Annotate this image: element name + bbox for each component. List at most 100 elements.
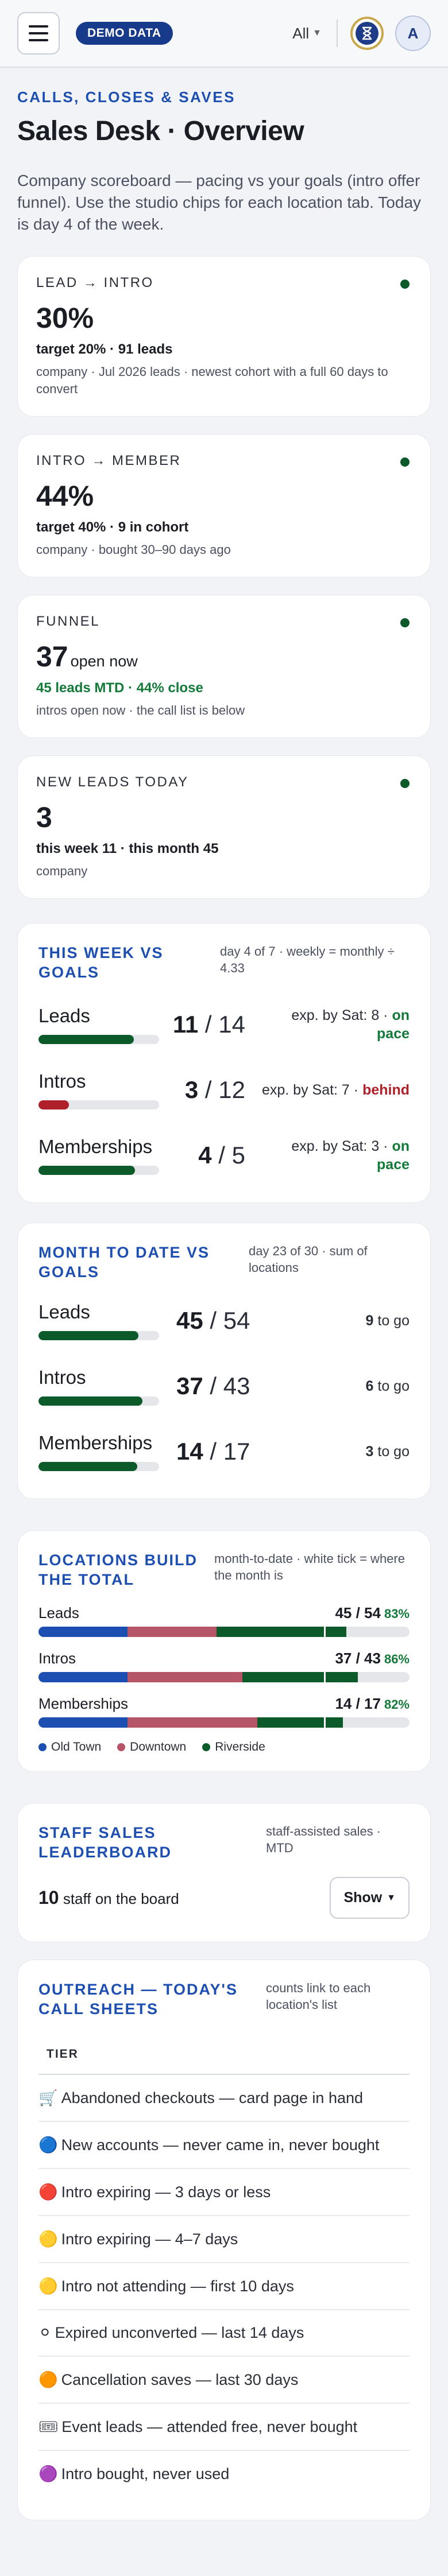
tier-icon: 🟠 (38, 2371, 58, 2389)
goal-left: Memberships (38, 1136, 159, 1175)
call-sheet-row[interactable]: 🛒 Abandoned checkouts — card page in hand (38, 2075, 410, 2122)
legend-dot-icon (38, 1743, 47, 1752)
call-sheet-row[interactable]: ⚪ Expired unconverted — last 14 days (38, 2310, 410, 2357)
goal-actual: 45 (176, 1307, 203, 1334)
progress-bar-fill (38, 1166, 135, 1175)
goal-actual: 14 (176, 1438, 203, 1465)
section-title: OUTREACH — TODAY'S CALL SHEETS (38, 1981, 238, 2018)
bar-segment-downtown (128, 1672, 243, 1682)
call-sheet-row[interactable]: 🎟 Event leads — attended free, never boug… (38, 2404, 410, 2451)
call-sheet-row[interactable]: 🟡 Intro not attending — first 10 days (38, 2263, 410, 2310)
stack-row-total: 45 / 54 83% (335, 1604, 410, 1622)
goal-name: Leads (38, 1301, 90, 1322)
stack-row-total: 14 / 17 82% (335, 1695, 410, 1713)
goal-sep: / (198, 1076, 219, 1103)
week-goals-card: THIS WEEK VS GOALS day 4 of 7 · weekly =… (17, 923, 431, 1203)
bar-segment-downtown (128, 1627, 217, 1637)
week-goal-row: Intros 3 / 12 exp. by Sat: 7 · behind (38, 1070, 410, 1109)
kpi-card-funnel[interactable]: FUNNEL 37 open now 45 leads MTD · 44% clo… (17, 595, 431, 738)
staff-count: 10 staff on the board (38, 1887, 179, 1908)
kpi-sub: 45 leads MTD · 44% close (36, 680, 203, 696)
filter-label: All (292, 24, 310, 42)
goal-target: 17 (223, 1438, 250, 1465)
leaderboard-card: STAFF SALES LEADERBOARD staff-assisted s… (17, 1803, 431, 1942)
page-title: Sales Desk · Overview (17, 116, 304, 146)
section-note: staff-assisted sales · MTD (266, 1824, 381, 1855)
goal-target: 43 (223, 1372, 250, 1399)
call-sheet-row[interactable]: 🔵 New accounts — never came in, never bou… (38, 2122, 410, 2169)
kpi-value: 30% (36, 301, 412, 335)
kpi-note: company · bought 30–90 days ago (36, 542, 231, 557)
legend-dot-icon (202, 1743, 211, 1752)
legend-label: Riverside (215, 1740, 265, 1753)
bar-segment-riverside (257, 1717, 343, 1728)
call-sheet-row[interactable]: 🔴 Intro expiring — 3 days or less (38, 2169, 410, 2216)
location-filter[interactable]: All ▼ (292, 25, 322, 42)
staff-count-number: 10 (38, 1887, 59, 1908)
to-go-number: 6 (365, 1378, 374, 1394)
studio-logo[interactable] (350, 17, 384, 50)
tier-label: Expired unconverted — last 14 days (55, 2324, 304, 2341)
goal-sep: / (198, 1011, 219, 1038)
goal-sep: / (211, 1142, 232, 1169)
legend-label: Old Town (51, 1740, 102, 1753)
tier-label: Event leads — attended free, never bough… (61, 2418, 358, 2435)
goal-left: Intros (38, 1070, 159, 1109)
avatar[interactable]: A (395, 15, 431, 51)
goal-expected-text: exp. by Sat: 3 · (291, 1138, 392, 1154)
section-note: day 23 of 30 · sum of locations (249, 1244, 368, 1275)
progress-bar-fill (38, 1331, 139, 1340)
top-bar: DEMO DATA All ▼ A (0, 0, 448, 68)
show-leaderboard-button[interactable]: Show ▼ (330, 1877, 410, 1919)
tier-icon: ⚪ (38, 2324, 52, 2342)
goal-value: 11 / 14 (159, 1011, 245, 1038)
chevron-down-icon: ▼ (387, 1892, 396, 1903)
bar-segment-riverside (217, 1627, 347, 1637)
goal-name: Leads (38, 1005, 90, 1026)
kpi-value-number: 30% (36, 302, 94, 334)
month-goal-row: Leads 45 / 54 9 to go (38, 1301, 410, 1340)
kpi-value: 37 open now (36, 640, 412, 673)
goal-sep: / (203, 1307, 223, 1334)
kpi-value: 3 (36, 801, 412, 834)
call-sheet-row[interactable]: 🟡 Intro expiring — 4–7 days (38, 2216, 410, 2263)
month-goals-card: MONTH TO DATE VS GOALS day 23 of 30 · su… (17, 1223, 431, 1499)
progress-bar (38, 1166, 159, 1175)
legend-item: Riverside (202, 1740, 265, 1754)
progress-bar-fill (38, 1396, 142, 1406)
goal-expected: exp. by Sat: 3 · on pace (256, 1137, 410, 1174)
legend-item: Downtown (117, 1740, 186, 1754)
to-go-number: 3 (365, 1444, 374, 1460)
kpi-value-number: 37 (36, 641, 68, 673)
status-dot-icon (400, 779, 410, 788)
goal-name: Intros (38, 1070, 86, 1092)
call-sheet-row[interactable]: 🟠 Cancellation saves — last 30 days (38, 2357, 410, 2404)
goal-sep: / (203, 1438, 223, 1465)
call-sheet-row[interactable]: 🟣 Intro bought, never used (38, 2451, 410, 2497)
month-progress-tick (324, 1627, 326, 1637)
kpi-card-new-leads[interactable]: NEW LEADS TODAY 3 this week 11 · this mo… (17, 755, 431, 899)
kpi-card-lead-intro[interactable]: LEAD → INTRO 30% target 20% · 91 leads c… (17, 256, 431, 417)
bar-segment-downtown (128, 1717, 258, 1728)
hamburger-icon (29, 32, 48, 34)
to-go-label: to go (377, 1313, 410, 1329)
goal-left: Leads (38, 1005, 159, 1044)
month-goal-row: Memberships 14 / 17 3 to go (38, 1432, 410, 1471)
progress-bar-fill (38, 1035, 134, 1044)
kpi-card-intro-member[interactable]: INTRO → MEMBER 44% target 40% · 9 in coh… (17, 434, 431, 577)
page-intro: Company scoreboard — pacing vs your goal… (17, 172, 422, 233)
status-dot-icon (400, 618, 410, 627)
kpi-value-number: 3 (36, 801, 52, 833)
stack-row-value: 45 / 54 (335, 1604, 381, 1621)
legend-label: Downtown (130, 1740, 187, 1753)
menu-button[interactable] (17, 12, 60, 55)
tier-label: Intro expiring — 3 days or less (61, 2183, 271, 2201)
week-goal-row: Leads 11 / 14 exp. by Sat: 8 · on pace (38, 1005, 410, 1044)
bar-segment-old-town (38, 1717, 128, 1728)
kpi-note: company · Jul 2026 leads · newest cohort… (36, 364, 388, 396)
chevron-down-icon: ▼ (312, 28, 322, 38)
goal-actual: 3 (184, 1076, 199, 1103)
goal-expected: exp. by Sat: 8 · on pace (256, 1006, 410, 1043)
location-stack-row: Intros 37 / 43 86% (38, 1650, 410, 1682)
divider (337, 20, 338, 47)
